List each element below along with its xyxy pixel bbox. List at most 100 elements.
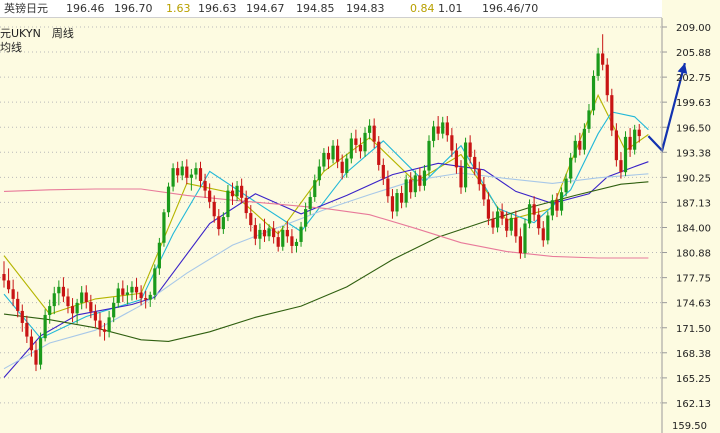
candle-body bbox=[89, 302, 93, 312]
candle-body bbox=[34, 350, 38, 365]
candle-body bbox=[505, 218, 509, 231]
candle-body bbox=[491, 218, 495, 228]
candle-body bbox=[573, 140, 577, 158]
candle-body bbox=[587, 110, 591, 129]
candle-body bbox=[381, 164, 385, 179]
candle bbox=[313, 174, 317, 202]
candle-body bbox=[194, 168, 198, 175]
candle-body bbox=[144, 298, 148, 300]
candle bbox=[162, 209, 166, 247]
candle bbox=[431, 120, 436, 148]
candle bbox=[153, 264, 157, 300]
candle-body bbox=[84, 292, 88, 303]
candle-body bbox=[445, 122, 449, 136]
candle-body bbox=[153, 268, 157, 295]
candle-body bbox=[601, 53, 605, 65]
candle bbox=[66, 288, 70, 314]
candle bbox=[61, 277, 66, 303]
candle bbox=[6, 268, 11, 294]
candle bbox=[299, 221, 303, 247]
candle-body bbox=[377, 141, 381, 165]
candle-body bbox=[495, 211, 500, 228]
candle-body bbox=[326, 152, 331, 160]
candle-body bbox=[459, 167, 463, 188]
candle-body bbox=[340, 161, 344, 173]
candle-body bbox=[454, 150, 459, 168]
candle bbox=[171, 163, 175, 192]
candle bbox=[518, 228, 523, 259]
candle bbox=[20, 304, 24, 332]
candle-body bbox=[198, 168, 203, 181]
y-tick-label: 187.13 bbox=[676, 198, 711, 209]
candle-body bbox=[80, 292, 84, 303]
period-label: 均线 bbox=[0, 40, 22, 54]
symbol-label: 元UKYN 周线 bbox=[0, 26, 74, 40]
candlestick-layer bbox=[2, 34, 641, 372]
candle-body bbox=[217, 216, 221, 230]
candle-body bbox=[139, 292, 143, 299]
candle-body bbox=[125, 292, 129, 295]
candle bbox=[166, 182, 171, 218]
candle-body bbox=[386, 178, 390, 197]
candle-body bbox=[336, 145, 340, 162]
candle-body bbox=[166, 186, 171, 213]
candle-body bbox=[52, 293, 56, 307]
candle-body bbox=[11, 289, 15, 299]
candle-body bbox=[532, 204, 536, 215]
candle bbox=[98, 312, 102, 337]
candle-body bbox=[596, 53, 600, 76]
candle bbox=[477, 161, 481, 191]
candle bbox=[399, 185, 404, 209]
candle-body bbox=[518, 236, 523, 254]
y-tick-label: 168.38 bbox=[676, 349, 711, 360]
y-tick-label: 205.88 bbox=[676, 48, 711, 59]
candle bbox=[500, 203, 504, 226]
candle-body bbox=[249, 213, 253, 226]
candle-body bbox=[564, 178, 568, 193]
candle-body bbox=[189, 174, 193, 178]
candle bbox=[276, 230, 280, 252]
candle-body bbox=[390, 196, 395, 212]
candle bbox=[404, 174, 408, 208]
candle bbox=[107, 310, 111, 338]
candle-body bbox=[514, 217, 518, 237]
y-tick-label: 190.25 bbox=[676, 173, 711, 184]
candle-body bbox=[276, 237, 280, 247]
candle bbox=[130, 281, 134, 301]
y-tick-label: 196.50 bbox=[676, 123, 711, 134]
candle bbox=[555, 193, 559, 218]
candle-body bbox=[349, 138, 353, 159]
candle-body bbox=[70, 306, 75, 314]
y-tick-label: 184.00 bbox=[676, 224, 711, 235]
candle-body bbox=[523, 223, 527, 254]
candle-body bbox=[322, 152, 326, 167]
candle-body bbox=[372, 125, 376, 142]
chart-area: 209.00 205.88 202.75 199.63 196.50 193.38 190.… bbox=[0, 18, 711, 433]
candle-body bbox=[267, 228, 271, 237]
candle-body bbox=[148, 294, 152, 300]
candle-body bbox=[395, 193, 399, 212]
candle-body bbox=[29, 336, 34, 351]
candle-body bbox=[281, 229, 285, 247]
candle bbox=[427, 135, 431, 177]
candle-body bbox=[413, 175, 417, 193]
candle bbox=[331, 140, 335, 164]
candle bbox=[121, 280, 125, 303]
candle-body bbox=[25, 322, 29, 337]
candle bbox=[377, 136, 381, 171]
candle bbox=[619, 152, 623, 179]
candle-body bbox=[404, 179, 408, 203]
candle-body bbox=[559, 192, 564, 211]
candle-body bbox=[354, 138, 358, 145]
candle-body bbox=[253, 225, 257, 239]
y-tick-label: 193.38 bbox=[676, 148, 711, 159]
candle-body bbox=[171, 168, 175, 187]
candle bbox=[395, 189, 399, 217]
y-tick-label: 199.63 bbox=[676, 98, 711, 109]
y-tick-label: 174.63 bbox=[676, 299, 711, 310]
candle bbox=[189, 168, 193, 191]
candle-body bbox=[48, 306, 52, 315]
candle-body bbox=[363, 132, 367, 152]
candle-body bbox=[75, 302, 79, 314]
candle bbox=[317, 159, 321, 186]
